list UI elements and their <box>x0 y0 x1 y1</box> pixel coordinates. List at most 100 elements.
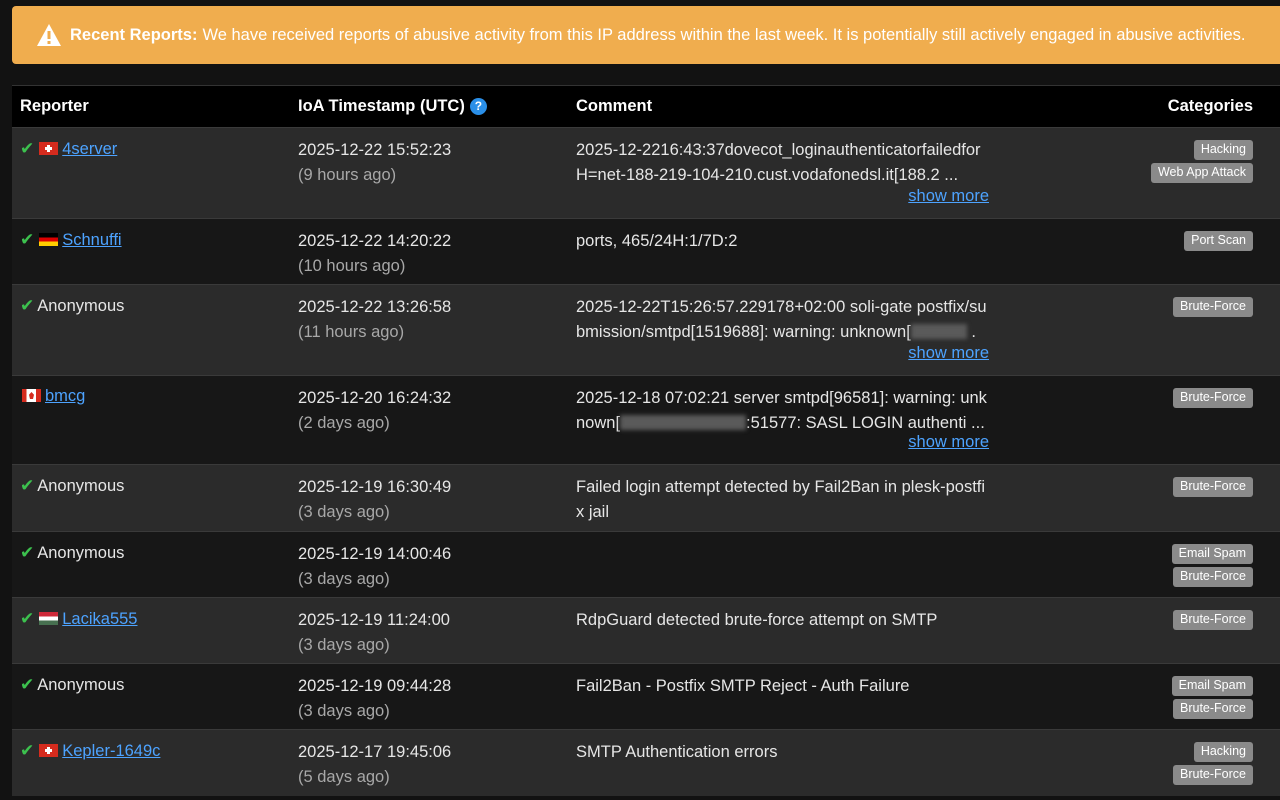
timestamp: 2025-12-17 19:45:06 <box>298 743 452 761</box>
category-badge[interactable]: Brute-Force <box>1173 699 1253 719</box>
timestamp-cell: 2025-12-19 14:00:46 (3 days ago) <box>298 532 576 597</box>
time-ago: (10 hours ago) <box>298 256 406 275</box>
categories-cell: Brute-Force <box>999 376 1280 464</box>
verified-check-icon: ✔ <box>20 296 35 315</box>
table-header: Reporter IoA Timestamp (UTC) ? Comment C… <box>12 85 1280 127</box>
show-more-link[interactable]: show more <box>908 430 989 455</box>
time-ago: (5 days ago) <box>298 767 390 786</box>
comment-line: 2025-12-18 07:02:21 server smtpd[96581]:… <box>576 386 999 411</box>
category-badge[interactable]: Brute-Force <box>1173 567 1253 587</box>
flag-de-icon <box>39 233 59 246</box>
comment-cell: Failed login attempt detected by Fail2Ba… <box>576 465 999 531</box>
reporter-name: Anonymous <box>37 544 125 562</box>
table-row: ✔ 4server 2025-12-22 15:52:23 (9 hours ago)… <box>12 127 1280 218</box>
warning-icon <box>37 24 61 46</box>
time-ago: (11 hours ago) <box>298 322 405 341</box>
flag-ch-icon <box>39 744 59 757</box>
categories-cell: Brute-Force <box>999 465 1280 531</box>
comment-text: Failed login attempt detected by Fail2Ba… <box>576 478 986 496</box>
reporter-cell: ✔ Schnuffi <box>12 219 298 284</box>
timestamp: 2025-12-22 14:20:22 <box>298 232 452 250</box>
category-badge[interactable]: Email Spam <box>1171 676 1253 696</box>
categories-cell: Hacking Brute-Force <box>999 730 1280 796</box>
categories-cell: Port Scan <box>999 219 1280 284</box>
category-badge[interactable]: Brute-Force <box>1173 765 1253 785</box>
comment-text: 2025-12-22T15:26:57.229178+02:00 soli-ga… <box>576 298 987 316</box>
comment-text: RdpGuard detected brute-force attempt on… <box>576 611 938 629</box>
categories-cell: Email Spam Brute-Force <box>999 532 1280 597</box>
categories-cell: Brute-Force <box>999 598 1280 663</box>
timestamp-cell: 2025-12-22 14:20:22 (10 hours ago) <box>298 219 576 284</box>
recent-reports-alert: Recent Reports: We have received reports… <box>12 6 1280 64</box>
reporter-link[interactable]: bmcg <box>45 387 85 405</box>
reporter-cell: ✔ 4server <box>12 128 298 218</box>
header-comment: Comment <box>576 97 653 116</box>
timestamp-cell: 2025-12-19 11:24:00 (3 days ago) <box>298 598 576 663</box>
header-reporter: Reporter <box>20 97 89 115</box>
comment-text: Fail2Ban - Postfix SMTP Reject - Auth Fa… <box>576 677 910 695</box>
alert-text: We have received reports of abusive acti… <box>202 25 1246 44</box>
reporter-cell: ✔ Anonymous <box>12 664 298 729</box>
table-row: ✔ Anonymous 2025-12-19 16:30:49 (3 days ago… <box>12 464 1280 531</box>
comment-text: SMTP Authentication errors <box>576 743 778 761</box>
verified-check-icon: ✔ <box>20 741 35 760</box>
reporter-link[interactable]: Schnuffi <box>62 231 121 249</box>
verified-check-icon: ✔ <box>20 230 35 249</box>
timestamp: 2025-12-19 16:30:49 <box>298 478 452 496</box>
reporter-cell: bmcg <box>12 376 298 464</box>
reporter-link[interactable]: 4server <box>62 140 117 158</box>
comment-text: ports, 465/24H:1/7D:2 <box>576 232 738 250</box>
show-more-link[interactable]: show more <box>908 184 989 209</box>
category-badge[interactable]: Email Spam <box>1171 544 1253 564</box>
reporter-name: Anonymous <box>37 297 125 315</box>
reporter-cell: ✔ Anonymous <box>12 465 298 531</box>
table-row: ✔ Anonymous 2025-12-19 14:00:46 (3 days ago… <box>12 531 1280 597</box>
table-row: bmcg 2025-12-20 16:24:32 (2 days ago) 2025-… <box>12 375 1280 464</box>
table-row: ✔ Anonymous 2025-12-19 09:44:28 (3 days ago… <box>12 663 1280 729</box>
verified-check-icon: ✔ <box>20 139 35 158</box>
help-icon[interactable]: ? <box>469 98 487 115</box>
category-badge[interactable]: Brute-Force <box>1173 297 1253 317</box>
category-badge[interactable]: Web App Attack <box>1150 163 1253 183</box>
table-row: ✔ Lacika555 2025-12-19 11:24:00 (3 days ago… <box>12 597 1280 663</box>
timestamp: 2025-12-19 14:00:46 <box>298 545 452 563</box>
reporter-link[interactable]: Lacika555 <box>62 610 137 628</box>
reporter-name: Anonymous <box>37 676 125 694</box>
comment-line: ports, 465/24H:1/7D:2 <box>576 229 999 254</box>
table-body: ✔ 4server 2025-12-22 15:52:23 (9 hours ago)… <box>12 127 1280 796</box>
timestamp: 2025-12-22 13:26:58 <box>298 298 452 316</box>
category-badge[interactable]: Brute-Force <box>1173 477 1253 497</box>
verified-check-icon: ✔ <box>20 543 35 562</box>
reporter-cell: ✔ Anonymous <box>12 285 298 375</box>
reporter-cell: ✔ Kepler-1649c <box>12 730 298 796</box>
comment-text: 2025-12-2216:43:37dovecot_loginauthentic… <box>576 141 981 159</box>
flag-ca-icon <box>22 389 41 402</box>
timestamp-cell: 2025-12-17 19:45:06 (5 days ago) <box>298 730 576 796</box>
comment-text: nown[ <box>576 413 621 432</box>
comment-line: 2025-12-2216:43:37dovecot_loginauthentic… <box>576 138 999 163</box>
comment-cell <box>576 532 999 597</box>
redacted-ip <box>910 323 967 339</box>
table-row: ✔ Anonymous 2025-12-22 13:26:58 (11 hours a… <box>12 284 1280 375</box>
category-badge[interactable]: Brute-Force <box>1173 388 1253 408</box>
time-ago: (2 days ago) <box>298 413 390 432</box>
category-badge[interactable]: Hacking <box>1193 140 1253 160</box>
comment-cell: 2025-12-22T15:26:57.229178+02:00 soli-ga… <box>576 285 999 375</box>
reporter-link[interactable]: Kepler-1649c <box>62 742 160 760</box>
comment-line: Fail2Ban - Postfix SMTP Reject - Auth Fa… <box>576 674 999 699</box>
category-badge[interactable]: Port Scan <box>1184 231 1253 251</box>
timestamp-cell: 2025-12-22 13:26:58 (11 hours ago) <box>298 285 576 375</box>
comment-text: x jail <box>576 502 610 521</box>
timestamp-cell: 2025-12-19 09:44:28 (3 days ago) <box>298 664 576 729</box>
category-badge[interactable]: Hacking <box>1193 742 1253 762</box>
comment-line: SMTP Authentication errors <box>576 740 999 765</box>
time-ago: (3 days ago) <box>298 569 390 588</box>
category-badge[interactable]: Brute-Force <box>1173 610 1253 630</box>
reporter-cell: ✔ Lacika555 <box>12 598 298 663</box>
timestamp-cell: 2025-12-20 16:24:32 (2 days ago) <box>298 376 576 464</box>
comment-text: H=net-188-219-104-210.cust.vodafonedsl.i… <box>576 165 959 184</box>
header-timestamp-label: IoA Timestamp (UTC) <box>298 97 465 116</box>
table-row: ✔ Schnuffi 2025-12-22 14:20:22 (10 hours ag… <box>12 218 1280 284</box>
comment-text: 2025-12-18 07:02:21 server smtpd[96581]:… <box>576 389 987 407</box>
show-more-link[interactable]: show more <box>908 341 989 366</box>
